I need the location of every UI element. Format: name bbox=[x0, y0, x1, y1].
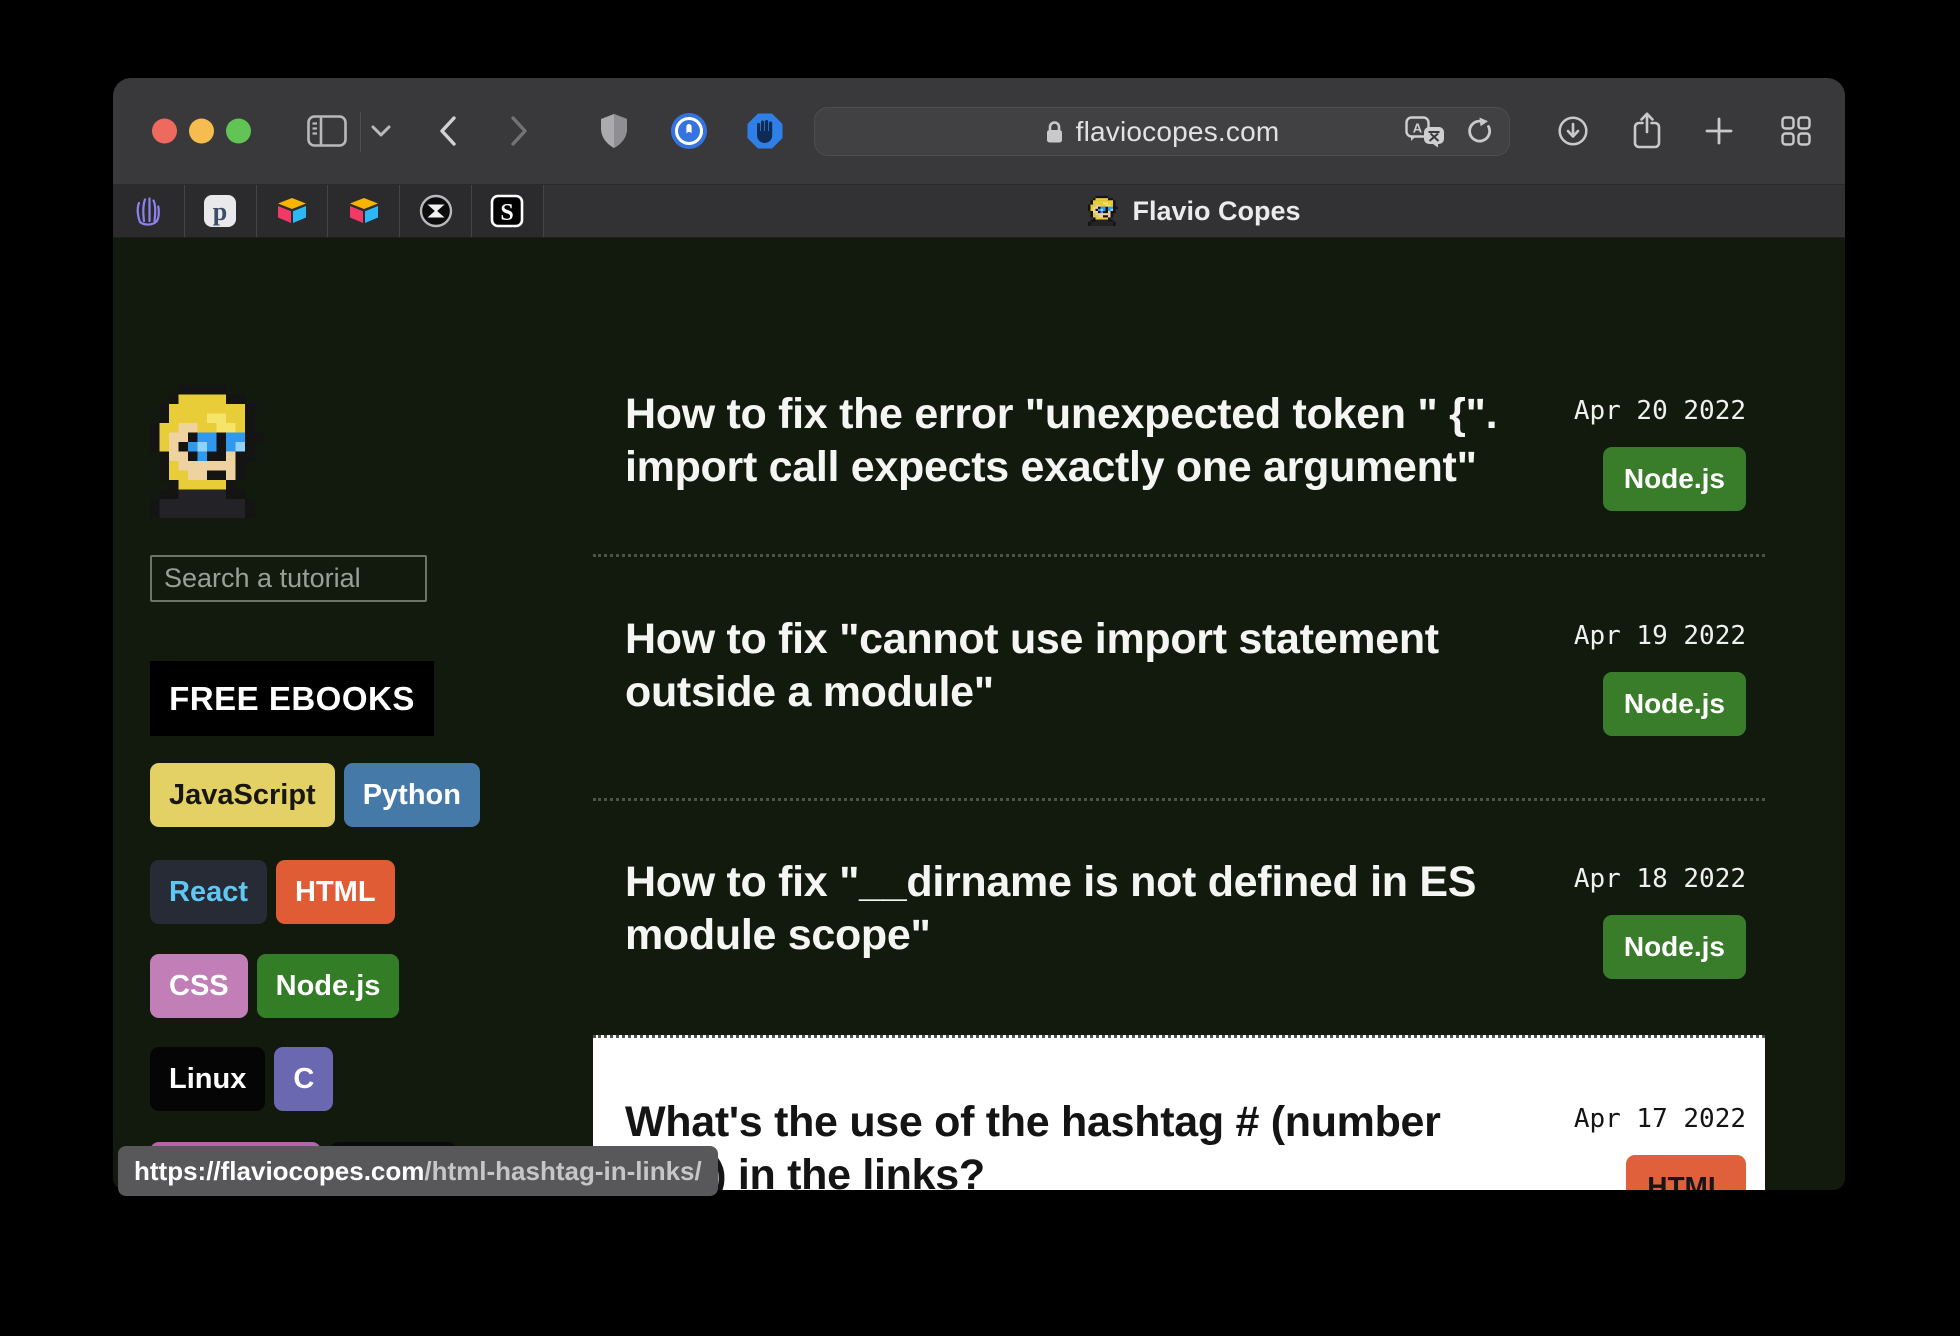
post-tag-badge[interactable]: Node.js bbox=[1603, 672, 1746, 736]
favorite-box-icon[interactable] bbox=[328, 185, 400, 237]
favorite-mask-icon[interactable] bbox=[400, 185, 472, 237]
traffic-lights bbox=[152, 119, 251, 144]
download-icon[interactable] bbox=[1558, 116, 1588, 146]
post-row: How to fix the error "unexpected token "… bbox=[593, 388, 1765, 554]
status-url-host: https://flaviocopes.com bbox=[134, 1156, 424, 1187]
post-row: How to fix "__dirname is not defined in … bbox=[593, 798, 1765, 1035]
favorite-tiles: p bbox=[113, 185, 544, 237]
chevron-down-icon[interactable] bbox=[371, 125, 391, 137]
post-date: Apr 19 2022 bbox=[1574, 621, 1746, 651]
tag-c[interactable]: C bbox=[274, 1047, 333, 1111]
minimize-window-button[interactable] bbox=[189, 119, 214, 144]
translate-icon[interactable]: A bbox=[1405, 116, 1445, 148]
post-tag-badge[interactable]: Node.js bbox=[1603, 447, 1746, 511]
favorite-hand-icon[interactable] bbox=[113, 185, 185, 237]
shield-icon[interactable] bbox=[598, 112, 630, 150]
tag-html[interactable]: HTML bbox=[276, 860, 395, 924]
post-title-link[interactable]: What's the use of the hashtag # (number … bbox=[625, 1096, 1525, 1190]
free-ebooks-button[interactable]: FREE EBOOKS bbox=[150, 661, 434, 736]
forward-icon[interactable] bbox=[506, 113, 532, 149]
post-list-area: How to fix the error "unexpected token "… bbox=[593, 238, 1845, 1190]
post-tag-badge[interactable]: Node.js bbox=[1603, 915, 1746, 979]
post-meta: Apr 20 2022 Node.js bbox=[1574, 388, 1746, 511]
browser-window: flaviocopes.com A bbox=[113, 78, 1845, 1190]
post-meta: Apr 19 2022 Node.js bbox=[1574, 613, 1746, 736]
tag-react[interactable]: React bbox=[150, 860, 267, 924]
avatar bbox=[150, 385, 264, 518]
post-row: How to fix "cannot use import statement … bbox=[593, 554, 1765, 798]
tag-python[interactable]: Python bbox=[344, 763, 480, 827]
tag-javascript[interactable]: JavaScript bbox=[150, 763, 335, 827]
page-content: FREE EBOOKS JavaScript Python React HTML… bbox=[113, 238, 1845, 1190]
sidebar: FREE EBOOKS JavaScript Python React HTML… bbox=[113, 238, 593, 1190]
sidebar-toggle-icon[interactable] bbox=[307, 115, 347, 147]
tag-nodejs[interactable]: Node.js bbox=[257, 954, 400, 1018]
stop-hand-icon[interactable] bbox=[746, 112, 784, 150]
svg-text:S: S bbox=[501, 200, 514, 226]
favorite-box-icon[interactable] bbox=[257, 185, 329, 237]
post-date: Apr 18 2022 bbox=[1574, 864, 1746, 894]
tag-linux[interactable]: Linux bbox=[150, 1047, 265, 1111]
close-window-button[interactable] bbox=[152, 119, 177, 144]
post-meta: Apr 18 2022 Node.js bbox=[1574, 856, 1746, 979]
post-title-link[interactable]: How to fix the error "unexpected token "… bbox=[625, 388, 1525, 511]
favorite-p-icon[interactable]: p bbox=[185, 185, 257, 237]
site-favicon bbox=[1088, 196, 1118, 226]
status-url-tooltip: https://flaviocopes.com/html-hashtag-in-… bbox=[118, 1146, 718, 1196]
post-date: Apr 17 2022 bbox=[1574, 1104, 1746, 1134]
svg-text:p: p bbox=[213, 197, 227, 226]
post-date: Apr 20 2022 bbox=[1574, 396, 1746, 426]
post-title-link[interactable]: How to fix "__dirname is not defined in … bbox=[625, 856, 1525, 979]
favorites-bar: p bbox=[113, 185, 1845, 238]
post-meta: Apr 17 2022 HTML bbox=[1574, 1096, 1746, 1190]
post-title-link[interactable]: How to fix "cannot use import statement … bbox=[625, 613, 1525, 736]
status-url-path: /html-hashtag-in-links/ bbox=[424, 1156, 701, 1187]
reload-icon[interactable] bbox=[1467, 117, 1495, 147]
post-row-hovered: What's the use of the hashtag # (number … bbox=[593, 1035, 1765, 1190]
post-list: How to fix the error "unexpected token "… bbox=[593, 238, 1765, 1190]
lock-icon bbox=[1045, 120, 1064, 144]
back-icon[interactable] bbox=[435, 113, 461, 149]
browser-toolbar: flaviocopes.com A bbox=[113, 78, 1845, 185]
tag-css[interactable]: CSS bbox=[150, 954, 248, 1018]
zoom-window-button[interactable] bbox=[226, 119, 251, 144]
bookmark-label: Flavio Copes bbox=[1132, 196, 1300, 227]
tab-overview-icon[interactable] bbox=[1781, 116, 1811, 146]
share-icon[interactable] bbox=[1632, 112, 1662, 150]
search-input[interactable] bbox=[150, 555, 427, 602]
favorite-s-icon[interactable]: S bbox=[472, 185, 544, 237]
toolbar-divider bbox=[360, 112, 361, 152]
onepassword-icon[interactable] bbox=[670, 112, 708, 150]
new-tab-icon[interactable] bbox=[1705, 117, 1733, 145]
bookmark-flavio-copes[interactable]: Flavio Copes bbox=[544, 185, 1845, 237]
svg-text:A: A bbox=[1413, 120, 1423, 135]
address-text: flaviocopes.com bbox=[1076, 116, 1280, 148]
address-bar[interactable]: flaviocopes.com A bbox=[814, 107, 1510, 156]
post-tag-badge[interactable]: HTML bbox=[1626, 1155, 1746, 1190]
